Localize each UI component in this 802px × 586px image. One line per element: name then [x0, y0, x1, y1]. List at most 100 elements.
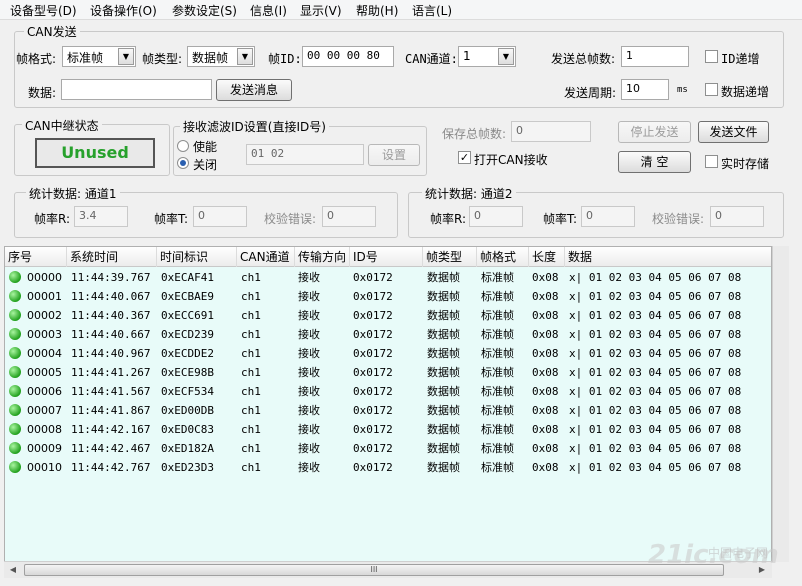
col-direction[interactable]: 传输方向: [295, 247, 350, 267]
col-frame-format[interactable]: 帧格式: [477, 247, 529, 267]
stats1-rate-r-value: 3.4: [74, 206, 128, 227]
menu-device-model[interactable]: 设备型号(D): [10, 2, 77, 19]
cell-index: 00001: [27, 290, 62, 303]
send-file-button[interactable]: 发送文件: [698, 121, 769, 143]
chevron-down-icon: ▼: [237, 48, 253, 65]
stop-send-button[interactable]: 停止发送: [618, 121, 691, 143]
menu-language[interactable]: 语言(L): [412, 2, 452, 19]
cell-frame-type: 数据帧: [427, 442, 460, 455]
col-time-stamp[interactable]: 时间标识: [157, 247, 237, 267]
total-frames-input[interactable]: 1: [621, 46, 689, 67]
cell-direction: 接收: [298, 366, 320, 379]
filter-close-radio[interactable]: [177, 157, 189, 169]
menu-help[interactable]: 帮助(H): [356, 2, 398, 19]
cell-can-channel: ch1: [241, 290, 261, 303]
table-row[interactable]: 00009 11:44:42.467 0xED182A ch1 接收 0x0172 数据帧 标…: [5, 439, 771, 458]
col-length[interactable]: 长度: [529, 247, 565, 267]
stats2-check-error-label: 校验错误:: [652, 212, 705, 226]
data-input[interactable]: [61, 79, 212, 100]
col-data[interactable]: 数据: [565, 247, 771, 267]
cell-index: 00004: [27, 347, 62, 360]
send-period-input[interactable]: 10: [621, 79, 669, 100]
col-frame-type[interactable]: 帧类型: [423, 247, 477, 267]
status-dot-icon: [9, 404, 21, 416]
cell-id: 0x0172: [353, 385, 393, 398]
filter-ids-input[interactable]: 01 02: [246, 144, 364, 165]
cell-length: 0x08: [532, 271, 559, 284]
cell-index: 00010: [27, 461, 62, 474]
send-message-button[interactable]: 发送消息: [216, 79, 292, 101]
col-index[interactable]: 序号: [5, 247, 67, 267]
filter-close-label: 关闭: [193, 158, 218, 172]
id-increment-label: ID递增: [721, 52, 760, 66]
table-row[interactable]: 00010 11:44:42.767 0xED23D3 ch1 接收 0x0172 数据帧 标…: [5, 458, 771, 477]
filter-set-button[interactable]: 设置: [368, 144, 420, 166]
relay-status-title: CAN中继状态: [22, 117, 102, 134]
relay-status-indicator: Unused: [35, 138, 155, 168]
col-id[interactable]: ID号: [350, 247, 423, 267]
col-system-time[interactable]: 系统时间: [67, 247, 157, 267]
cell-can-channel: ch1: [241, 309, 261, 322]
frame-id-input[interactable]: 00 00 00 80: [302, 46, 394, 67]
status-dot-icon: [9, 366, 21, 378]
cell-direction: 接收: [298, 385, 320, 398]
status-dot-icon: [9, 347, 21, 359]
realtime-save-checkbox[interactable]: [705, 155, 718, 168]
cell-system-time: 11:44:41.267: [71, 366, 151, 379]
menu-device-operation[interactable]: 设备操作(O): [90, 2, 157, 19]
cell-time-stamp: 0xED00DB: [161, 404, 214, 417]
cell-index: 00007: [27, 404, 62, 417]
can-channel-label: CAN通道:: [405, 52, 458, 66]
frame-table[interactable]: 序号 系统时间 时间标识 CAN通道 传输方向 ID号 帧类型 帧格式 长度 数…: [4, 246, 772, 562]
table-row[interactable]: 00003 11:44:40.667 0xECD239 ch1 接收 0x0172 数据帧 标…: [5, 325, 771, 344]
cell-frame-type: 数据帧: [427, 328, 460, 341]
cell-frame-format: 标准帧: [481, 328, 514, 341]
frame-type-select[interactable]: 数据帧 ▼: [187, 46, 255, 67]
stats1-rate-r-label: 帧率R:: [34, 212, 71, 226]
menu-view[interactable]: 显示(V): [300, 2, 342, 19]
cell-frame-format: 标准帧: [481, 347, 514, 360]
cell-can-channel: ch1: [241, 347, 261, 360]
can-channel-select[interactable]: 1 ▼: [458, 46, 516, 67]
cell-id: 0x0172: [353, 404, 393, 417]
open-can-receive-checkbox[interactable]: ✓: [458, 151, 471, 164]
filter-enable-label: 使能: [193, 140, 218, 154]
cell-data: x| 01 02 03 04 05 06 07 08: [569, 404, 742, 417]
col-can-channel[interactable]: CAN通道: [237, 247, 295, 267]
total-frames-label: 发送总帧数:: [551, 52, 616, 66]
frame-type-label: 帧类型:: [142, 52, 183, 66]
cell-frame-format: 标准帧: [481, 461, 514, 474]
table-row[interactable]: 00000 11:44:39.767 0xECAF41 ch1 接收 0x0172 数据帧 标…: [5, 268, 771, 287]
table-row[interactable]: 00001 11:44:40.067 0xECBAE9 ch1 接收 0x0172 数据帧 标…: [5, 287, 771, 306]
save-frames-input[interactable]: 0: [511, 121, 591, 142]
cell-id: 0x0172: [353, 461, 393, 474]
data-increment-checkbox[interactable]: [705, 83, 718, 96]
cell-frame-type: 数据帧: [427, 271, 460, 284]
stats2-rate-t-value: 0: [581, 206, 635, 227]
cell-frame-format: 标准帧: [481, 442, 514, 455]
cell-index: 00003: [27, 328, 62, 341]
cell-index: 00009: [27, 442, 62, 455]
horizontal-scroll-thumb[interactable]: III: [24, 564, 724, 576]
cell-data: x| 01 02 03 04 05 06 07 08: [569, 328, 742, 341]
scroll-left-icon[interactable]: ◀: [5, 562, 21, 578]
cell-can-channel: ch1: [241, 461, 261, 474]
cell-length: 0x08: [532, 385, 559, 398]
filter-enable-radio[interactable]: [177, 140, 189, 152]
send-period-label: 发送周期:: [564, 86, 617, 100]
table-row[interactable]: 00008 11:44:42.167 0xED0C83 ch1 接收 0x0172 数据帧 标…: [5, 420, 771, 439]
cell-id: 0x0172: [353, 309, 393, 322]
menu-info[interactable]: 信息(I): [250, 2, 287, 19]
table-row[interactable]: 00002 11:44:40.367 0xECC691 ch1 接收 0x0172 数据帧 标…: [5, 306, 771, 325]
cell-can-channel: ch1: [241, 442, 261, 455]
frame-format-select[interactable]: 标准帧 ▼: [62, 46, 136, 67]
table-row[interactable]: 00005 11:44:41.267 0xECE98B ch1 接收 0x0172 数据帧 标…: [5, 363, 771, 382]
frame-format-value: 标准帧: [67, 51, 104, 65]
vertical-scrollbar[interactable]: [772, 246, 789, 562]
clear-button[interactable]: 清 空: [618, 151, 691, 173]
table-row[interactable]: 00007 11:44:41.867 0xED00DB ch1 接收 0x0172 数据帧 标…: [5, 401, 771, 420]
table-row[interactable]: 00004 11:44:40.967 0xECDDE2 ch1 接收 0x0172 数据帧 标…: [5, 344, 771, 363]
id-increment-checkbox[interactable]: [705, 50, 718, 63]
table-row[interactable]: 00006 11:44:41.567 0xECF534 ch1 接收 0x0172 数据帧 标…: [5, 382, 771, 401]
menu-parameter-settings[interactable]: 参数设定(S): [172, 2, 237, 19]
